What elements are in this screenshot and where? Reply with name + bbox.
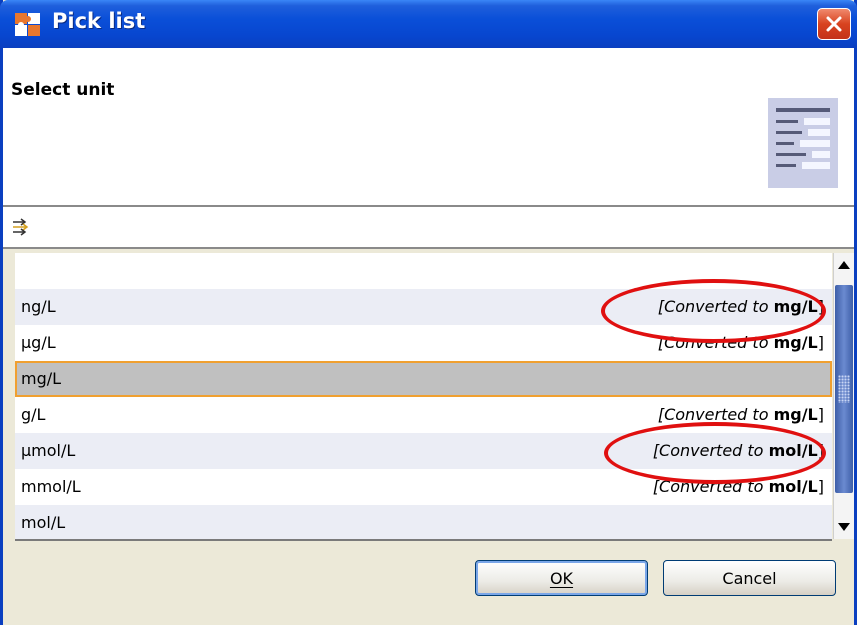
dialog-header: Select unit	[3, 48, 854, 205]
conversion-prefix: [Converted to	[652, 441, 769, 460]
scroll-down-button[interactable]	[834, 517, 854, 537]
unit-label: mol/L	[21, 513, 66, 532]
scroll-grip	[838, 375, 850, 403]
conversion-target: mol/L	[768, 441, 818, 460]
unit-label: µmol/L	[21, 441, 76, 460]
list-scrollbar[interactable]	[833, 253, 854, 539]
form-list-icon	[768, 98, 838, 188]
conversion-note: [Converted to mg/L]	[658, 333, 824, 352]
close-button[interactable]	[817, 8, 851, 40]
unit-label: g/L	[21, 405, 46, 424]
window-title: Pick list	[52, 9, 146, 33]
conversion-target: mol/L	[768, 477, 818, 496]
title-bar[interactable]: Pick list	[0, 0, 857, 48]
pick-list-dialog: Pick list Select unit ng/L [Converted to…	[0, 0, 857, 625]
conversion-target: mg/L	[773, 297, 818, 316]
list-item[interactable]: mmol/L [Converted to mol/L]	[15, 469, 832, 505]
toolbar	[3, 207, 854, 247]
unit-label: µg/L	[21, 333, 56, 352]
toolbar-divider	[3, 247, 854, 249]
conversion-prefix: [Converted to	[657, 405, 774, 424]
ok-button[interactable]: OK	[475, 560, 648, 596]
arrow-down-icon	[838, 523, 850, 531]
filter-arrows-icon[interactable]	[11, 218, 31, 236]
list-item[interactable]: g/L [Converted to mg/L]	[15, 397, 832, 433]
conversion-prefix: [Converted to	[657, 297, 774, 316]
list-item-selected[interactable]: mg/L	[15, 361, 832, 397]
dialog-footer: OK Cancel	[3, 541, 854, 625]
conversion-target: mg/L	[773, 405, 818, 424]
conversion-note: [Converted to mg/L]	[658, 297, 824, 316]
scroll-thumb[interactable]	[835, 285, 853, 493]
conversion-note: [Converted to mol/L]	[653, 441, 824, 460]
list-item[interactable]: µg/L [Converted to mg/L]	[15, 325, 832, 361]
close-icon	[826, 16, 842, 32]
conversion-suffix: ]	[817, 441, 824, 460]
conversion-suffix: ]	[817, 333, 824, 352]
conversion-note: [Converted to mol/L]	[653, 477, 824, 496]
conversion-suffix: ]	[817, 405, 824, 424]
conversion-prefix: [Converted to	[657, 333, 774, 352]
conversion-target: mg/L	[773, 333, 818, 352]
unit-label: mmol/L	[21, 477, 81, 496]
puzzle-icon	[15, 13, 40, 36]
conversion-note: [Converted to mg/L]	[658, 405, 824, 424]
scroll-up-button[interactable]	[834, 255, 854, 275]
arrow-up-icon	[838, 261, 850, 269]
list-item[interactable]: ng/L [Converted to mg/L]	[15, 289, 832, 325]
cancel-button[interactable]: Cancel	[663, 560, 836, 596]
unit-label: mg/L	[21, 369, 62, 388]
list-item[interactable]: µmol/L [Converted to mol/L]	[15, 433, 832, 469]
conversion-suffix: ]	[817, 297, 824, 316]
list-item[interactable]	[15, 253, 832, 289]
conversion-prefix: [Converted to	[652, 477, 769, 496]
list-item[interactable]: mol/L	[15, 505, 832, 539]
unit-label: ng/L	[21, 297, 56, 316]
dialog-heading: Select unit	[11, 80, 115, 100]
unit-list[interactable]: ng/L [Converted to mg/L] µg/L [Converted…	[15, 253, 832, 541]
ok-button-label: OK	[549, 568, 574, 588]
conversion-suffix: ]	[817, 477, 824, 496]
cancel-button-label: Cancel	[722, 568, 777, 588]
